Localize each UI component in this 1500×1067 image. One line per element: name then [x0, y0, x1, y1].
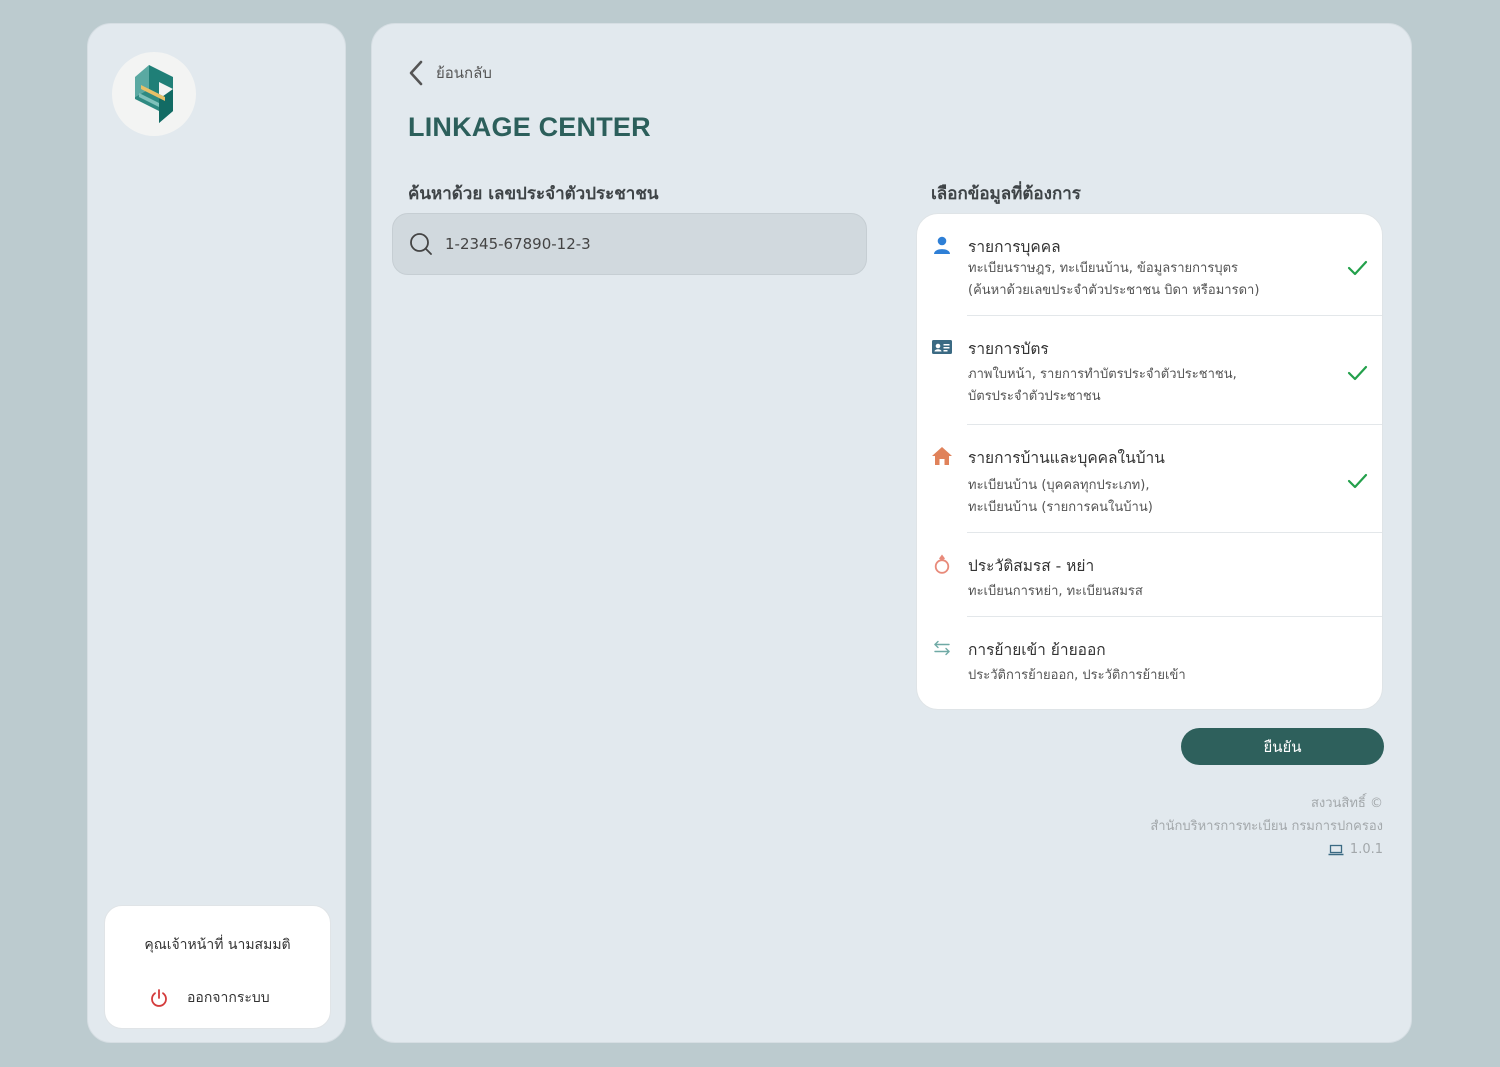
logo-icon [135, 65, 173, 123]
search-section-label: ค้นหาด้วย เลขประจำตัวประชาชน [408, 184, 659, 204]
check-icon [1347, 365, 1368, 381]
sidebar: คุณเจ้าหน้าที่ นามสมมติ ออกจากระบบ [87, 23, 346, 1043]
main-panel: ย้อนกลับ LINKAGE CENTER ค้นหาด้วย เลขประ… [371, 23, 1412, 1043]
option-house-record[interactable]: รายการบ้านและบุคคลในบ้าน ทะเบียนบ้าน (บุ… [917, 425, 1382, 532]
option-desc: ทะเบียนราษฎร, ทะเบียนบ้าน, ข้อมูลรายการบ… [968, 261, 1238, 276]
check-icon [1347, 260, 1368, 276]
options-section-label: เลือกข้อมูลที่ต้องการ [931, 184, 1081, 204]
option-title: ประวัติสมรส - หย่า [968, 557, 1095, 575]
option-marriage-record[interactable]: ประวัติสมรส - หย่า ทะเบียนการหย่า, ทะเบี… [917, 533, 1382, 617]
power-icon [151, 989, 167, 1007]
option-title: รายการบุคคล [968, 238, 1061, 256]
option-title: การย้ายเข้า ย้ายออก [968, 641, 1106, 659]
option-desc: ภาพใบหน้า, รายการทำบัตรประจำตัวประชาชน, [968, 367, 1237, 382]
laptop-icon [1328, 844, 1344, 855]
ring-icon [931, 553, 953, 575]
option-title: รายการบ้านและบุคคลในบ้าน [968, 449, 1165, 467]
option-desc: ทะเบียนบ้าน (บุคคลทุกประเภท), [968, 478, 1150, 493]
page-title: LINKAGE CENTER [408, 112, 651, 142]
option-desc: (ค้นหาด้วยเลขประจำตัวประชาชน บิดา หรือมา… [968, 283, 1260, 298]
back-label: ย้อนกลับ [436, 64, 492, 82]
user-card: คุณเจ้าหน้าที่ นามสมมติ ออกจากระบบ [104, 905, 331, 1029]
confirm-button[interactable]: ยืนยัน [1181, 728, 1384, 765]
logout-label: ออกจากระบบ [187, 990, 270, 1006]
house-icon [931, 445, 953, 467]
back-button[interactable]: ย้อนกลับ [408, 60, 492, 86]
user-name: คุณเจ้าหน้าที่ นามสมมติ [144, 937, 291, 953]
option-desc: บัตรประจำตัวประชาชน [968, 389, 1101, 404]
search-input[interactable] [445, 235, 825, 253]
chevron-left-icon [409, 60, 423, 86]
option-title: รายการบัตร [968, 340, 1049, 358]
options-list: รายการบุคคล ทะเบียนราษฎร, ทะเบียนบ้าน, ข… [916, 213, 1383, 710]
check-icon [1347, 473, 1368, 489]
copyright: สงวนสิทธิ์ © [1310, 796, 1383, 811]
search-icon [410, 233, 432, 255]
logout-button[interactable]: ออกจากระบบ [149, 987, 270, 1009]
option-move-record[interactable]: การย้ายเข้า ย้ายออก ประวัติการย้ายออก, ป… [917, 617, 1382, 709]
logo [112, 52, 196, 136]
person-icon [931, 234, 953, 256]
id-card-icon [931, 336, 953, 358]
footer: สงวนสิทธิ์ © สำนักบริหารการทะเบียน กรมกา… [1150, 792, 1383, 864]
transfer-arrows-icon [931, 637, 953, 659]
option-person-record[interactable]: รายการบุคคล ทะเบียนราษฎร, ทะเบียนบ้าน, ข… [917, 214, 1382, 315]
organization: สำนักบริหารการทะเบียน กรมการปกครอง [1150, 819, 1383, 834]
search-box[interactable] [392, 213, 867, 275]
version: 1.0.1 [1349, 842, 1383, 857]
option-desc: ประวัติการย้ายออก, ประวัติการย้ายเข้า [968, 668, 1186, 683]
option-desc: ทะเบียนการหย่า, ทะเบียนสมรส [968, 584, 1143, 599]
option-desc: ทะเบียนบ้าน (รายการคนในบ้าน) [968, 500, 1153, 515]
option-card-record[interactable]: รายการบัตร ภาพใบหน้า, รายการทำบัตรประจำต… [917, 316, 1382, 424]
